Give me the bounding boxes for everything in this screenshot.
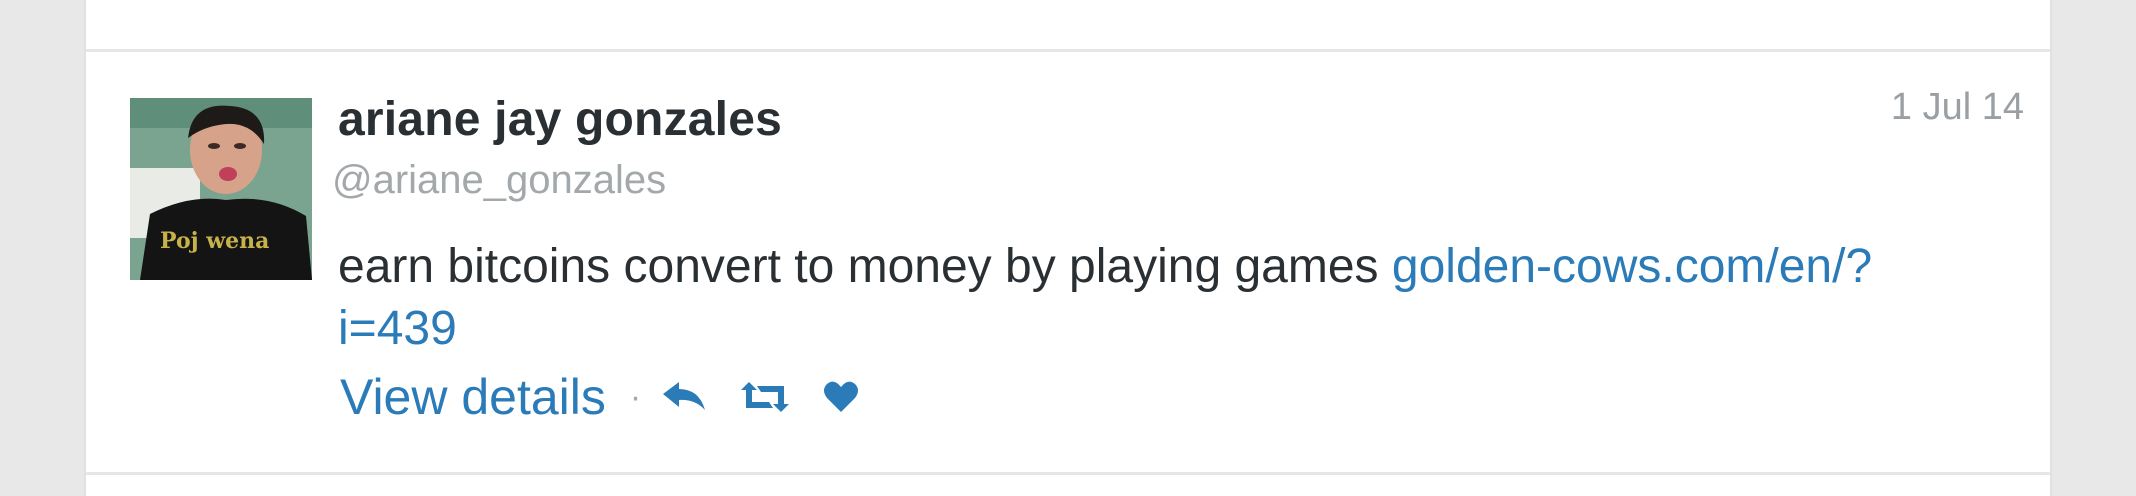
retweet-icon[interactable]	[739, 380, 791, 414]
timeline-column: Poj wena ariane jay gonzales @ariane_gon…	[84, 0, 2052, 496]
tweet-text-body: earn bitcoins convert to money by playin…	[338, 240, 1392, 293]
heart-icon[interactable]	[823, 380, 859, 414]
divider	[86, 472, 2050, 475]
avatar[interactable]: Poj wena	[130, 98, 312, 280]
action-separator: ·	[629, 377, 642, 416]
tweet-actions: View details ·	[340, 366, 859, 428]
reply-icon[interactable]	[661, 380, 707, 414]
avatar-shirt-text: Poj wena	[160, 228, 269, 254]
tweet-author-name[interactable]: ariane jay gonzales	[338, 92, 782, 147]
view-details-link[interactable]: View details	[340, 368, 606, 426]
tweet-timestamp[interactable]: 1 Jul 14	[1891, 86, 2024, 129]
tweet-author-username[interactable]: @ariane_gonzales	[332, 158, 666, 203]
tweet-item[interactable]: Poj wena ariane jay gonzales @ariane_gon…	[86, 52, 2050, 472]
tweet-text: earn bitcoins convert to money by playin…	[338, 236, 1898, 360]
